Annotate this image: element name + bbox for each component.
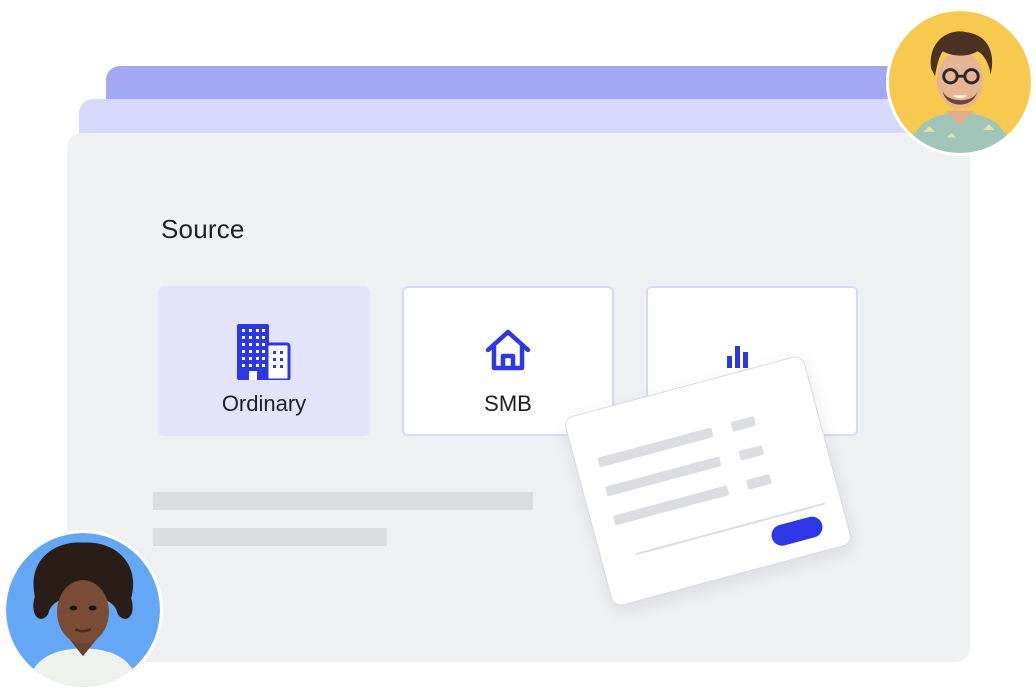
- section-title: Source: [161, 214, 245, 244]
- form-line: [746, 473, 772, 490]
- option-label-ordinary: Ordinary: [221, 391, 307, 416]
- form-line: [612, 485, 730, 526]
- building-icon: [237, 324, 291, 385]
- avatar-man: [886, 8, 1034, 156]
- submit-button[interactable]: [769, 514, 825, 549]
- placeholder-bar: [153, 492, 533, 510]
- home-icon: [484, 328, 532, 377]
- form-line: [738, 444, 765, 461]
- avatar-woman: [3, 530, 163, 690]
- form-line: [730, 415, 757, 432]
- placeholder-bar: [153, 528, 387, 546]
- option-card-ordinary[interactable]: Ordinary: [158, 286, 370, 436]
